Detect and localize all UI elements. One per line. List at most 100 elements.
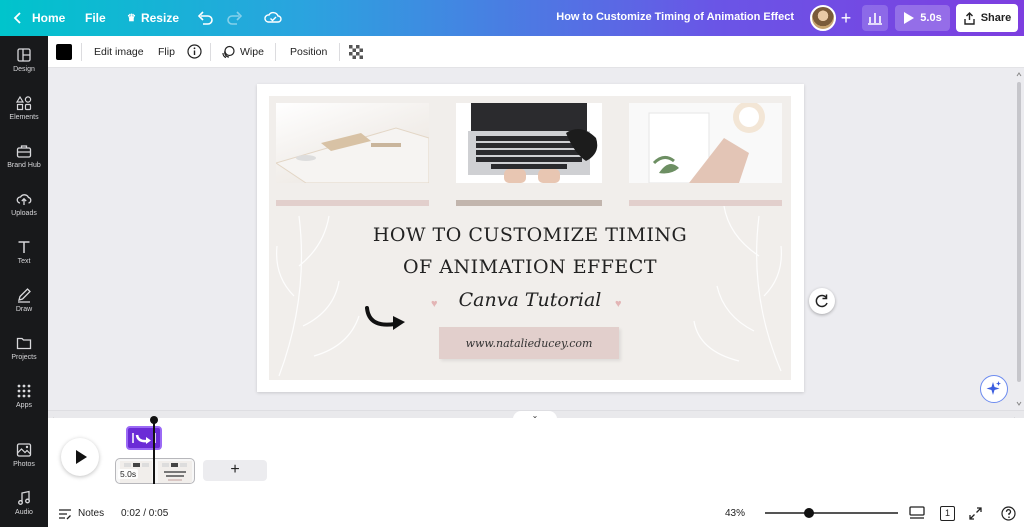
animate-button[interactable]: Wipe — [221, 36, 264, 68]
music-icon — [18, 490, 30, 505]
play-icon — [76, 450, 87, 464]
sidebar-item-audio[interactable]: Audio — [0, 479, 48, 527]
bar-chart-icon — [868, 13, 882, 25]
position-button[interactable]: Position — [290, 36, 327, 68]
edit-image-button[interactable]: Edit image — [94, 36, 144, 68]
url-label-box[interactable]: www.natalieducey.com — [439, 327, 619, 359]
collapse-timeline-button[interactable]: ⌄ — [513, 411, 557, 421]
cloud-upload-icon — [16, 194, 32, 205]
url-text: www.natalieducey.com — [465, 336, 593, 350]
sidebar-item-label: Brand Hub — [7, 162, 41, 169]
sidebar-item-draw[interactable]: Draw — [0, 276, 48, 324]
help-icon[interactable] — [1001, 506, 1016, 521]
add-collaborator-button[interactable]: + — [834, 6, 858, 30]
zoom-slider[interactable] — [765, 512, 898, 514]
cloud-saved-icon[interactable] — [264, 9, 282, 27]
pen-icon — [18, 288, 31, 303]
notes-label: Notes — [78, 508, 105, 519]
sidebar-item-projects[interactable]: Projects — [0, 324, 48, 372]
crown-icon: ♛ — [127, 12, 136, 24]
avatar[interactable] — [810, 5, 836, 31]
zoom-percentage[interactable]: 43% — [725, 500, 745, 527]
sidebar-item-text[interactable]: Text — [0, 228, 48, 276]
undo-icon[interactable] — [196, 9, 214, 27]
design-title-line2[interactable]: OF ANIMATION EFFECT — [269, 256, 791, 278]
transparency-icon[interactable] — [349, 45, 363, 59]
notes-button[interactable]: Notes — [58, 500, 104, 527]
sidebar-item-label: Apps — [16, 402, 32, 409]
sidebar-item-brand-hub[interactable]: Brand Hub — [0, 132, 48, 180]
magic-assistant-button[interactable] — [980, 375, 1008, 403]
time-readout: 0:02 / 0:05 — [121, 508, 169, 519]
scrollbar-track — [1016, 72, 1022, 406]
animation-element-chip[interactable] — [126, 426, 162, 450]
sidebar-item-design[interactable]: Design — [0, 36, 48, 84]
share-label: Share — [980, 12, 1012, 24]
redo-icon[interactable] — [226, 9, 244, 27]
sidebar-item-photos[interactable]: Photos — [0, 431, 48, 479]
home-button[interactable]: Home — [12, 0, 65, 36]
play-duration: 5.0s — [920, 12, 942, 24]
position-label: Position — [290, 46, 328, 58]
play-preview-button[interactable]: 5.0s — [895, 5, 950, 31]
sidebar: Design Elements Brand Hub Uploads Text D… — [0, 36, 48, 527]
sidebar-item-uploads[interactable]: Uploads — [0, 180, 48, 228]
divider — [275, 43, 276, 61]
file-label: File — [85, 11, 106, 25]
regenerate-button[interactable] — [809, 288, 835, 314]
add-page-button[interactable]: + — [203, 460, 267, 481]
sidebar-item-elements[interactable]: Elements — [0, 84, 48, 132]
pages-view-icon[interactable] — [909, 506, 925, 520]
share-icon — [964, 11, 975, 25]
color-swatch[interactable] — [56, 44, 72, 60]
design-canvas[interactable]: HOW TO CUSTOMIZE TIMING OF ANIMATION EFF… — [269, 96, 791, 380]
image-icon — [16, 443, 32, 457]
sidebar-item-apps[interactable]: Apps — [0, 372, 48, 420]
home-label: Home — [32, 11, 66, 25]
insights-button[interactable] — [862, 5, 888, 31]
notes-icon — [59, 508, 71, 519]
divider — [81, 43, 82, 61]
share-button[interactable]: Share — [956, 4, 1018, 32]
folder-icon — [16, 337, 32, 350]
design-title-line1[interactable]: HOW TO CUSTOMIZE TIMING — [269, 224, 791, 246]
refresh-icon — [815, 294, 828, 308]
flip-button[interactable]: Flip — [158, 36, 175, 68]
curved-arrow-icon[interactable] — [365, 304, 413, 332]
divider — [210, 43, 211, 61]
file-menu[interactable]: File — [85, 0, 106, 36]
sparkle-icon — [986, 381, 1001, 395]
accent-bar — [456, 200, 602, 206]
page-count-button[interactable]: 1 — [940, 506, 955, 521]
fullscreen-icon[interactable] — [969, 507, 982, 520]
page-count: 1 — [944, 508, 950, 518]
briefcase-icon — [16, 145, 32, 158]
photo-laptop[interactable] — [456, 103, 602, 183]
photo-notebook-art — [648, 101, 765, 184]
flip-label: Flip — [158, 46, 175, 58]
sidebar-item-label: Projects — [11, 354, 37, 361]
zoom-slider-handle[interactable] — [803, 508, 814, 518]
timeline-play-button[interactable] — [61, 438, 99, 476]
chevron-left-icon — [13, 12, 21, 24]
play-icon — [904, 12, 915, 24]
resize-button[interactable]: ♛ Resize — [127, 0, 179, 36]
playhead[interactable] — [153, 420, 155, 484]
accent-bar — [276, 200, 429, 206]
info-icon[interactable] — [187, 44, 202, 59]
document-title[interactable]: How to Customize Timing of Animation Eff… — [556, 11, 794, 23]
sidebar-item-label: Elements — [9, 114, 39, 121]
photo-laptop-art — [468, 103, 598, 183]
resize-label: Resize — [140, 11, 179, 25]
curved-arrow-icon — [132, 433, 156, 444]
top-bar: Home File ♛ Resize How to Customize Timi… — [0, 0, 1024, 36]
grid-icon — [17, 384, 31, 398]
design-subtitle[interactable]: Canva Tutorial — [269, 289, 791, 311]
clip-duration-label: 5.0s — [118, 469, 139, 479]
photo-desk[interactable] — [274, 103, 430, 184]
divider — [339, 43, 340, 61]
vertical-scrollbar[interactable] — [1014, 68, 1024, 410]
photo-notebook[interactable] — [629, 101, 782, 184]
playhead-handle[interactable] — [150, 416, 158, 424]
edit-image-label: Edit image — [94, 46, 144, 58]
